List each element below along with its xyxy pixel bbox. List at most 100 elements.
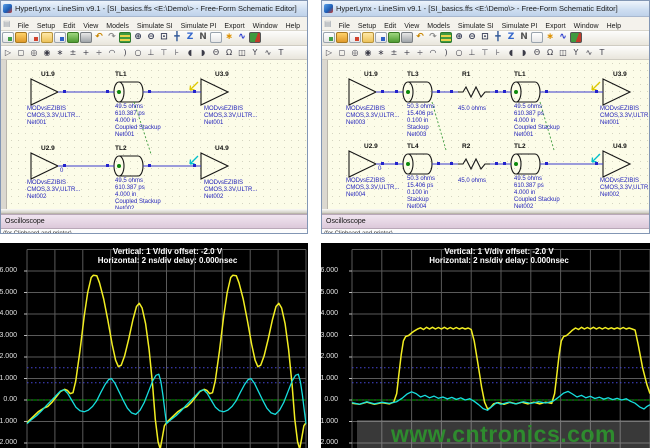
add-right-port-icon[interactable]: ◗ (518, 47, 530, 58)
ref-designator-u1.9[interactable]: U1.9 (364, 71, 378, 78)
add-left-port-icon[interactable]: ◖ (505, 47, 517, 58)
add-buffer-icon[interactable]: ◎ (28, 47, 40, 58)
menu-item-models[interactable]: Models (102, 22, 133, 31)
add-via-icon[interactable]: ⊤ (158, 47, 170, 58)
new-icon[interactable] (323, 32, 335, 43)
menu-item-edit[interactable]: Edit (380, 22, 400, 31)
mdi-document-icon[interactable]: ▤ (3, 19, 11, 28)
add-theta-element-icon[interactable]: Θ (531, 47, 543, 58)
menu-item-view[interactable]: View (79, 22, 102, 31)
attach-oscilloscope-icon[interactable]: ∿ (557, 32, 569, 43)
new-icon[interactable] (2, 32, 14, 43)
zoom-out-icon[interactable]: ⊖ (145, 32, 157, 43)
save-icon[interactable] (54, 32, 66, 43)
zoom-area-icon[interactable]: ⊡ (158, 32, 170, 43)
ref-designator-tl4[interactable]: TL4 (407, 143, 419, 150)
menu-item-window[interactable]: Window (249, 22, 282, 31)
menu-item-models[interactable]: Models (423, 22, 454, 31)
add-terminator-icon[interactable]: ÷ (93, 47, 105, 58)
print-icon[interactable] (401, 32, 413, 43)
stackup-editor-icon[interactable] (440, 32, 452, 43)
add-text-icon[interactable]: T (596, 47, 608, 58)
zoom-in-icon[interactable]: ⊕ (132, 32, 144, 43)
net-highlight-icon[interactable]: Z (184, 32, 196, 43)
zoom-in-icon[interactable]: ⊕ (453, 32, 465, 43)
net-browser-icon[interactable]: N (197, 32, 209, 43)
net-highlight-icon[interactable]: Z (505, 32, 517, 43)
ref-designator-tl2[interactable]: TL2 (115, 145, 127, 152)
pan-icon[interactable]: ╋ (492, 32, 504, 43)
ref-designator-tl1[interactable]: TL1 (115, 71, 127, 78)
undo-icon[interactable]: ↶ (414, 32, 426, 43)
ref-designator-u2.9[interactable]: U2.9 (41, 145, 55, 152)
menu-item-file[interactable]: File (335, 22, 354, 31)
add-buffer-icon[interactable]: ◎ (349, 47, 361, 58)
add-pin-icon[interactable]: ± (67, 47, 79, 58)
save-icon[interactable] (375, 32, 387, 43)
add-right-port-icon[interactable]: ◗ (197, 47, 209, 58)
add-transmission-line-icon[interactable]: ∿ (583, 47, 595, 58)
ref-designator-tl3[interactable]: TL3 (407, 71, 419, 78)
open-recent-icon[interactable] (41, 32, 53, 43)
board-viewer-icon[interactable] (570, 32, 582, 43)
net-browser-icon[interactable]: N (518, 32, 530, 43)
add-arc-icon[interactable]: ◠ (106, 47, 118, 58)
menu-item-file[interactable]: File (14, 22, 33, 31)
add-via-icon[interactable]: ⊤ (479, 47, 491, 58)
add-test-point-icon[interactable]: ⊦ (492, 47, 504, 58)
menu-item-export[interactable]: Export (220, 22, 248, 31)
zoom-out-icon[interactable]: ⊖ (466, 32, 478, 43)
oscilloscope-pane-header[interactable]: Oscilloscope (322, 214, 649, 229)
add-node-icon[interactable]: ○ (132, 47, 144, 58)
menu-item-help[interactable]: Help (603, 22, 625, 31)
menu-item-simulate-pi[interactable]: Simulate PI (177, 22, 221, 31)
add-stub-icon[interactable]: ) (119, 47, 131, 58)
add-junction-icon[interactable]: + (401, 47, 413, 58)
area-select-tool-icon[interactable]: ◻ (15, 47, 27, 58)
area-select-tool-icon[interactable]: ◻ (336, 47, 348, 58)
add-test-point-icon[interactable]: ⊦ (171, 47, 183, 58)
ref-designator-u2.9[interactable]: U2.9 (364, 143, 378, 150)
mdi-document-icon[interactable]: ▤ (324, 19, 332, 28)
menu-item-help[interactable]: Help (282, 22, 304, 31)
export-schematic-icon[interactable] (28, 32, 40, 43)
undo-icon[interactable]: ↶ (93, 32, 105, 43)
select-tool-icon[interactable]: ▷ (323, 47, 335, 58)
save-all-icon[interactable] (388, 32, 400, 43)
add-pin-icon[interactable]: ± (388, 47, 400, 58)
add-resistor-icon[interactable]: Ω (223, 47, 235, 58)
ref-designator-u4.9[interactable]: U4.9 (215, 145, 229, 152)
add-ic-icon[interactable]: ◉ (362, 47, 374, 58)
add-terminator-icon[interactable]: ÷ (414, 47, 426, 58)
add-stub-icon[interactable]: ) (440, 47, 452, 58)
export-schematic-icon[interactable] (349, 32, 361, 43)
new-sheet-icon[interactable] (531, 32, 543, 43)
select-tool-icon[interactable]: ▷ (2, 47, 14, 58)
add-coupled-line-icon[interactable]: ◫ (557, 47, 569, 58)
stackup-editor-icon[interactable] (119, 32, 131, 43)
board-viewer-icon[interactable] (249, 32, 261, 43)
wizard-icon[interactable]: ∗ (544, 32, 556, 43)
oscilloscope-pane-header[interactable]: Oscilloscope (1, 214, 307, 229)
titlebar[interactable]: HyperLynx - LineSim v9.1 - [SI_basics.ff… (1, 1, 307, 17)
menu-item-view[interactable]: View (400, 22, 423, 31)
ref-designator-u3.9[interactable]: U3.9 (215, 71, 229, 78)
schematic-canvas-left[interactable]: U1.9MODvsEZIBISCMOS,3.3V,ULTR...Net001TL… (1, 60, 307, 209)
add-coupled-line-icon[interactable]: ◫ (236, 47, 248, 58)
open-recent-icon[interactable] (362, 32, 374, 43)
add-ic-icon[interactable]: ◉ (41, 47, 53, 58)
ref-designator-u4.9[interactable]: U4.9 (613, 143, 627, 150)
add-theta-element-icon[interactable]: Θ (210, 47, 222, 58)
attach-oscilloscope-icon[interactable]: ∿ (236, 32, 248, 43)
zoom-area-icon[interactable]: ⊡ (479, 32, 491, 43)
add-arc-icon[interactable]: ◠ (427, 47, 439, 58)
print-icon[interactable] (80, 32, 92, 43)
add-y-split-icon[interactable]: Y (249, 47, 261, 58)
ref-designator-r2[interactable]: R2 (462, 143, 470, 150)
ref-designator-u3.9[interactable]: U3.9 (613, 71, 627, 78)
menu-item-edit[interactable]: Edit (59, 22, 79, 31)
add-left-port-icon[interactable]: ◖ (184, 47, 196, 58)
add-resistor-icon[interactable]: Ω (544, 47, 556, 58)
menu-item-setup[interactable]: Setup (33, 22, 59, 31)
ref-designator-u1.9[interactable]: U1.9 (41, 71, 55, 78)
